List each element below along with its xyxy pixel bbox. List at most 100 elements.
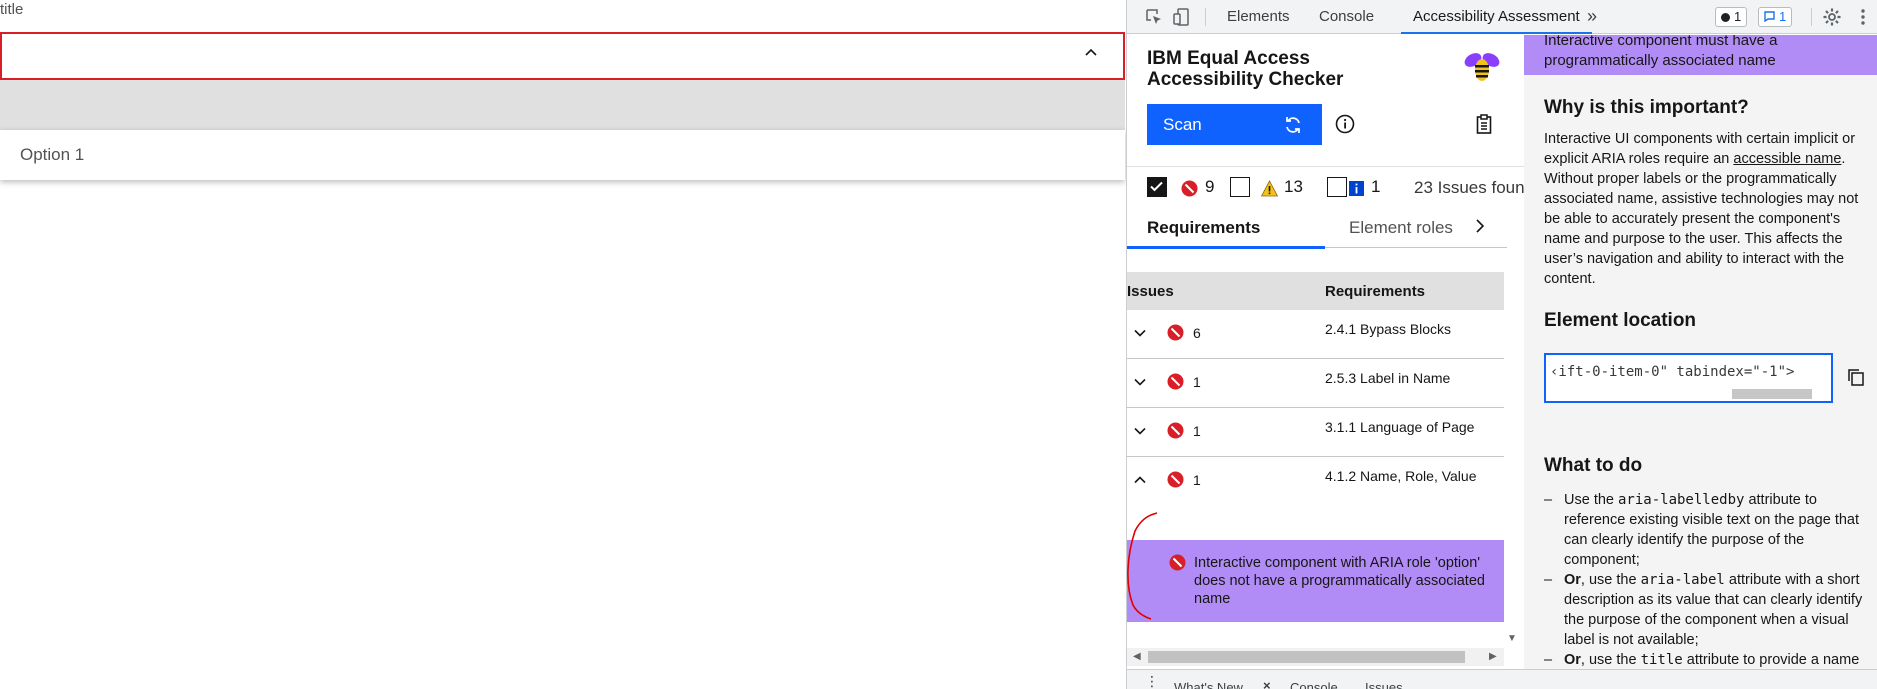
issue-detail-row[interactable]: Interactive component with ARIA role 'op… (1127, 540, 1504, 622)
requirement-name: 4.1.2 Name, Role, Value (1325, 468, 1477, 484)
error-count-badge[interactable]: 1 (1715, 7, 1748, 27)
scroll-left-arrow-icon[interactable]: ◀ (1133, 651, 1141, 662)
violation-icon (1167, 373, 1184, 390)
recommendations-checkbox[interactable] (1327, 177, 1347, 197)
error-dot-icon (1721, 13, 1730, 22)
violation-icon (1181, 180, 1198, 197)
table-row-expanded[interactable]: 1 4.1.2 Name, Role, Value (1127, 457, 1504, 506)
issue-count: 1 (1193, 423, 1201, 439)
code-scrollbar-thumb[interactable] (1732, 389, 1812, 399)
issues-found-total: 23 Issues found (1414, 178, 1535, 197)
table-row[interactable]: 1 2.5.3 Label in Name (1127, 359, 1504, 408)
chevron-up-icon[interactable] (1085, 47, 1097, 59)
column-header-issues: Issues (1127, 283, 1174, 300)
annotation-red-mark (1127, 512, 1158, 620)
help-banner-text: Interactive component must have a progra… (1544, 35, 1778, 69)
what-to-do-list: – Use the aria-labelledby attribute to re… (1544, 490, 1869, 669)
chevron-right-icon[interactable] (1472, 218, 1488, 234)
table-row[interactable]: 6 2.4.1 Bypass Blocks (1127, 310, 1504, 359)
active-tab-indicator (1127, 246, 1325, 249)
view-tabs: Requirements Element roles (1127, 206, 1507, 250)
scan-button-label: Scan (1163, 115, 1202, 134)
issue-message: Interactive component with ARIA role 'op… (1194, 555, 1485, 607)
violation-icon (1167, 422, 1184, 439)
why-paragraph: Interactive UI components with certain i… (1544, 131, 1859, 287)
chevron-down-icon[interactable] (1133, 424, 1147, 438)
recommendations-count: 1 (1371, 177, 1381, 196)
tab-requirements[interactable]: Requirements (1147, 218, 1260, 238)
drawer-tab-console[interactable]: Console (1290, 680, 1338, 689)
app-title: IBM Equal Access Accessibility Checker (1147, 48, 1344, 90)
warning-icon (1261, 180, 1278, 197)
scrollbar-thumb[interactable] (1148, 651, 1465, 663)
issue-filters: 9 13 1 23 Issues found (1127, 166, 1534, 206)
close-icon[interactable]: × (1263, 678, 1271, 689)
menu-item-highlighted[interactable] (0, 80, 1125, 130)
tab-elements[interactable]: Elements (1227, 0, 1290, 34)
web-page: title Option 1 (0, 0, 1126, 689)
accessible-name-link[interactable]: accessible name (1733, 151, 1841, 167)
violations-count: 9 (1205, 177, 1215, 196)
refresh-icon (1286, 117, 1300, 133)
chevron-up-icon[interactable] (1133, 473, 1147, 487)
drawer-tab-issues[interactable]: Issues (1365, 680, 1403, 689)
device-toolbar-icon[interactable] (1172, 7, 1192, 27)
help-banner: Interactive component must have a progra… (1524, 35, 1877, 75)
what-to-do-heading: What to do (1544, 455, 1643, 476)
bee-logo-icon (1464, 53, 1500, 81)
issue-count: 6 (1193, 325, 1201, 341)
tab-divider (1325, 247, 1507, 248)
chevron-down-icon[interactable] (1133, 375, 1147, 389)
issue-count: 1 (1193, 374, 1201, 390)
table-header: Issues Requirements (1127, 272, 1504, 310)
combobox[interactable] (0, 32, 1125, 80)
needs-review-count: 13 (1284, 177, 1303, 196)
devtools-toolbar: Elements Console Accessibility Assessmen… (1127, 0, 1877, 34)
help-panel: Interactive component must have a progra… (1524, 35, 1877, 669)
scroll-right-arrow-icon[interactable]: ▶ (1489, 651, 1497, 662)
scan-button[interactable]: Scan (1147, 104, 1322, 145)
checker-panel: IBM Equal Access Accessibility Checker S… (1127, 35, 1534, 669)
element-location-code[interactable]: ‹ift-0-item-0" tabindex="-1"> (1544, 353, 1833, 403)
tab-accessibility-assessment[interactable]: Accessibility Assessment (1401, 0, 1592, 34)
kebab-menu-icon[interactable] (1853, 7, 1873, 27)
toolbar-separator (1205, 8, 1206, 26)
requirement-name: 3.1.1 Language of Page (1325, 419, 1475, 435)
why-heading: Why is this important? (1544, 97, 1749, 118)
message-icon (1764, 11, 1775, 23)
settings-gear-icon[interactable] (1822, 7, 1842, 27)
inspect-element-icon[interactable] (1144, 7, 1164, 27)
toolbar-separator (1811, 8, 1812, 26)
column-header-requirements: Requirements (1325, 283, 1426, 300)
copy-icon[interactable] (1846, 367, 1866, 387)
list-item: – Or, use the aria-label attribute with a… (1544, 572, 1863, 648)
element-location-heading: Element location (1544, 310, 1697, 331)
needs-review-checkbox[interactable] (1230, 177, 1250, 197)
drawer-tab-whats-new[interactable]: What's New (1174, 680, 1243, 689)
field-title-label: title (0, 1, 24, 18)
menu-option-label: Option 1 (20, 145, 85, 164)
tab-console[interactable]: Console (1319, 0, 1374, 34)
message-count-badge[interactable]: 1 (1758, 7, 1793, 27)
info-square-icon (1349, 181, 1364, 196)
screen: title Option 1 Elements Console Accessib… (0, 0, 1877, 689)
horizontal-scrollbar[interactable]: ◀ ▶ (1127, 648, 1504, 666)
checkmark-icon (1150, 181, 1163, 192)
devtools-panel: Elements Console Accessibility Assessmen… (1126, 0, 1877, 689)
clipboard-report-icon[interactable] (1473, 113, 1495, 135)
violation-icon (1169, 554, 1186, 571)
requirement-name: 2.5.3 Label in Name (1325, 370, 1451, 386)
info-icon[interactable] (1334, 113, 1356, 135)
violation-icon (1167, 324, 1184, 341)
chevron-down-icon[interactable] (1133, 326, 1147, 340)
scroll-down-arrow-icon[interactable]: ▼ (1507, 633, 1517, 644)
menu-option[interactable]: Option 1 (0, 130, 1125, 180)
table-row[interactable]: 1 3.1.1 Language of Page (1127, 408, 1504, 457)
element-location-snippet: ‹ift-0-item-0" tabindex="-1"> (1550, 364, 1795, 380)
more-tabs-icon[interactable]: » (1587, 0, 1597, 34)
drawer-menu-icon[interactable]: ⋮ (1145, 673, 1159, 689)
list-item: – Use the aria-labelledby attribute to re… (1544, 492, 1860, 568)
violations-checkbox[interactable] (1147, 177, 1167, 197)
requirement-name: 2.4.1 Bypass Blocks (1325, 321, 1452, 337)
tab-element-roles[interactable]: Element roles (1349, 218, 1471, 238)
